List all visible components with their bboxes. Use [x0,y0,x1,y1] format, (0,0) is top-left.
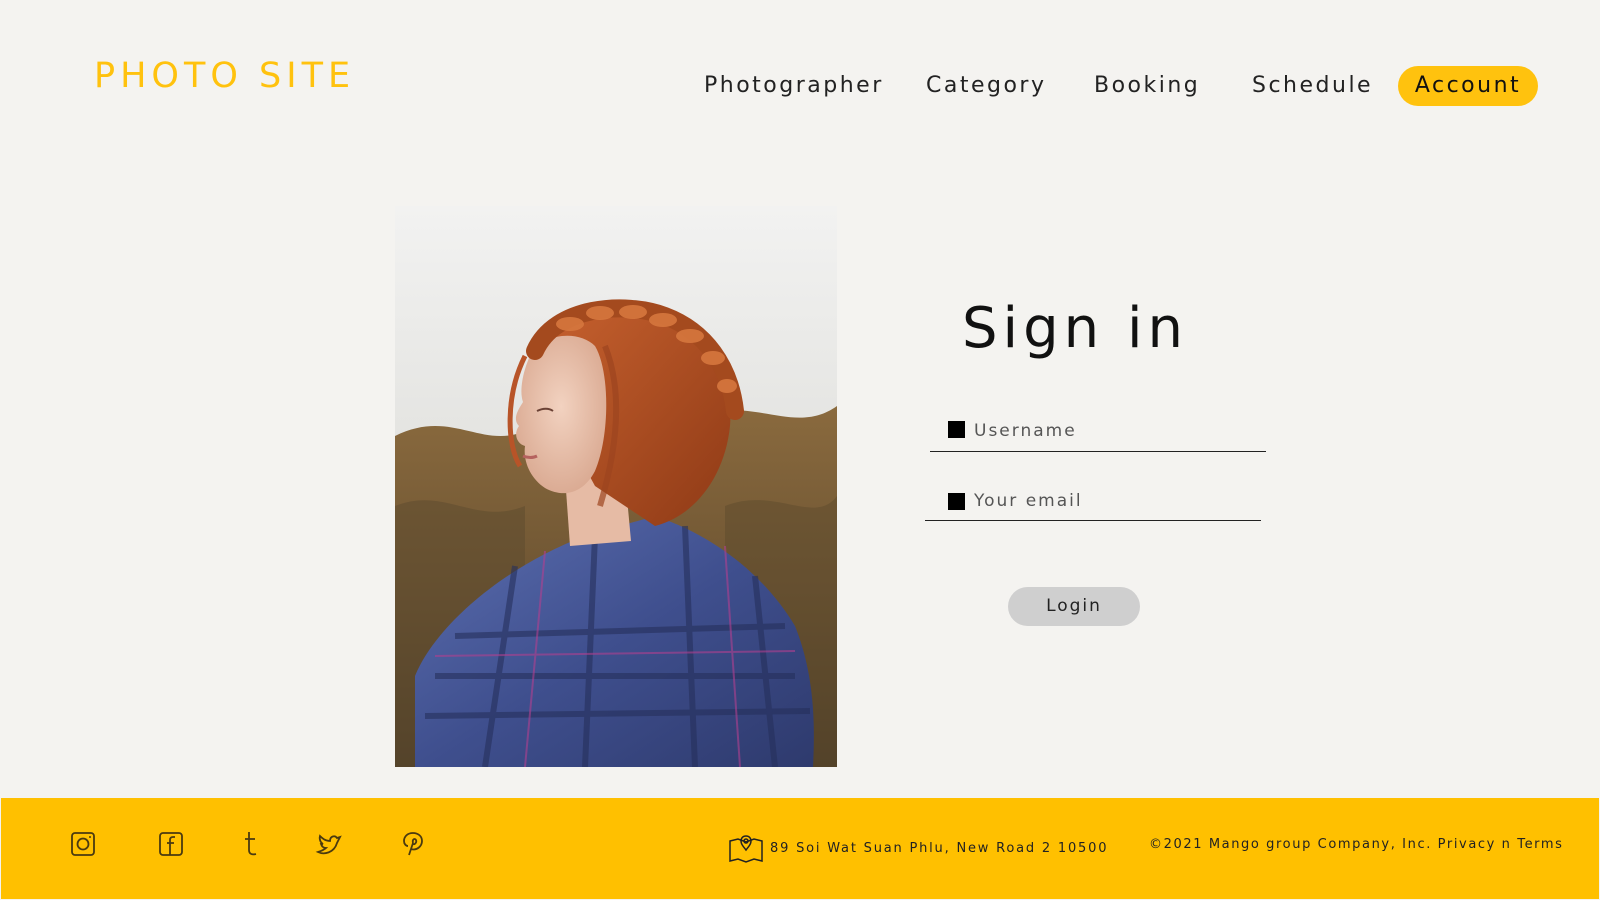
map-pin-icon [728,832,764,864]
facebook-icon[interactable] [155,828,187,860]
login-button[interactable]: Login [1008,587,1140,626]
email-input[interactable] [972,487,1256,515]
portrait-photo [395,206,837,767]
nav-category[interactable]: Category [926,66,1047,106]
main-nav: Photographer Category Booking Schedule A… [0,66,1600,106]
nav-booking[interactable]: Booking [1094,66,1200,106]
nav-account-button[interactable]: Account [1398,66,1538,106]
copyright-text[interactable]: ©2021 Mango group Company, Inc. Privacy … [1149,837,1564,852]
user-field-icon [948,421,965,438]
tumblr-icon[interactable] [235,828,267,860]
username-field [930,411,1266,452]
username-input[interactable] [972,417,1256,445]
footer: 89 Soi Wat Suan Phlu, New Road 2 10500 ©… [1,798,1599,899]
email-field-icon [948,493,965,510]
nav-photographer[interactable]: Photographer [704,66,884,106]
email-field [925,480,1261,521]
pinterest-icon[interactable] [397,828,429,860]
instagram-icon[interactable] [67,828,99,860]
twitter-icon[interactable] [314,828,346,860]
address: 89 Soi Wat Suan Phlu, New Road 2 10500 [728,831,1108,865]
nav-schedule[interactable]: Schedule [1252,66,1373,106]
address-text: 89 Soi Wat Suan Phlu, New Road 2 10500 [770,840,1109,856]
signin-title: Sign in [962,296,1188,361]
